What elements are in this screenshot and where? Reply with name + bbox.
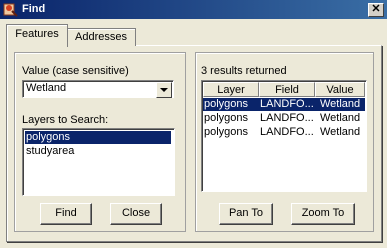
cell-field: LANDFO... <box>260 126 314 138</box>
cell-layer: polygons <box>204 126 249 138</box>
table-row[interactable]: polygons LANDFO... Wetland <box>203 98 365 111</box>
close-button[interactable]: Close <box>110 203 162 225</box>
list-item-studyarea[interactable]: studyarea <box>25 145 74 158</box>
close-window-button[interactable]: ✕ <box>368 3 384 17</box>
value-combobox[interactable]: Wetland <box>22 80 174 98</box>
layers-list[interactable]: polygons studyarea <box>22 128 175 196</box>
cell-value: Wetland <box>320 126 361 138</box>
cell-layer: polygons <box>204 98 249 110</box>
app-icon <box>3 3 18 17</box>
dropdown-button[interactable] <box>156 82 172 98</box>
table-header: Layer Field Value <box>203 82 365 98</box>
column-value[interactable]: Value <box>315 82 365 97</box>
value-label: Value (case sensitive) <box>22 65 129 77</box>
window-title: Find <box>22 3 46 15</box>
pan-to-button[interactable]: Pan To <box>219 203 273 225</box>
table-row[interactable]: polygons LANDFO... Wetland <box>203 112 365 125</box>
layers-label: Layers to Search: <box>22 114 109 126</box>
table-row[interactable]: polygons LANDFO... Wetland <box>203 126 365 139</box>
close-icon: ✕ <box>371 3 381 15</box>
cell-value: Wetland <box>320 98 361 110</box>
cell-field: LANDFO... <box>260 98 314 110</box>
cell-field: LANDFO... <box>260 112 314 124</box>
results-count: 3 results returned <box>201 65 287 77</box>
zoom-to-button[interactable]: Zoom To <box>291 203 355 225</box>
chevron-down-icon <box>160 88 168 92</box>
list-item-polygons[interactable]: polygons <box>25 131 171 144</box>
value-field: Wetland <box>26 82 67 94</box>
cell-value: Wetland <box>320 112 361 124</box>
column-layer[interactable]: Layer <box>203 82 259 97</box>
results-table[interactable]: Layer Field Value polygons LANDFO... Wet… <box>201 80 367 192</box>
tab-addresses[interactable]: Addresses <box>66 28 136 46</box>
cell-layer: polygons <box>204 112 249 124</box>
title-bar: Find ✕ <box>0 0 387 19</box>
find-button[interactable]: Find <box>40 203 92 225</box>
tab-features[interactable]: Features <box>6 24 68 47</box>
column-field[interactable]: Field <box>259 82 315 97</box>
